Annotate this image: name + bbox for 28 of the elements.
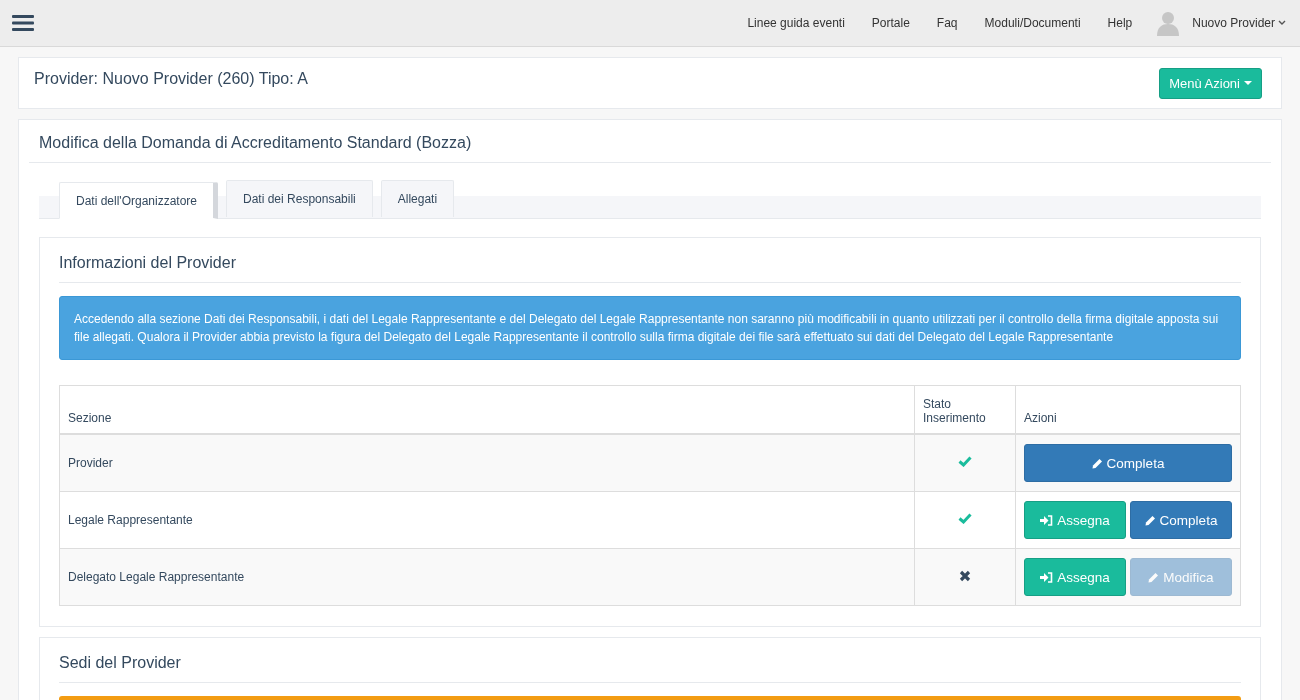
tab[interactable]: Allegati <box>380 180 455 217</box>
nav-link[interactable]: Help <box>1107 16 1133 30</box>
sign-in-icon <box>1040 571 1054 583</box>
nav-link[interactable]: Linee guida eventi <box>747 16 845 30</box>
sign-in-icon <box>1040 514 1054 526</box>
section-title: Informazioni del Provider <box>59 238 1241 283</box>
table-cell: Legale Rappresentante <box>59 491 915 549</box>
tab[interactable]: Dati dell'Organizzatore <box>59 182 218 219</box>
form-title: Modifica della Domanda di Accreditamento Standard (Bozza) <box>29 120 1271 163</box>
provider-title: Provider: Nuovo Provider (260) Tipo: A <box>34 70 308 88</box>
section-title: Sedi del Provider <box>59 638 1241 683</box>
edit-button[interactable]: Completa <box>1130 501 1232 539</box>
menu-icon[interactable] <box>12 14 34 32</box>
nav-link[interactable]: Portale <box>871 16 910 30</box>
pencil-icon <box>1091 457 1103 469</box>
info-alert: Accedendo alla sezione Dati dei Responsabili, i dati del Legale Rappresentante e del Delegato del Legale Rappresentante non saranno più modificabili in quanto utilizzati per il controllo della firma digitale apposta sui file allegati. Qualora il Provider abbia previsto la figura del Delegato del Legale Rappresentante il controllo sulla firma digitale dei file sarà effettuato sui dati del Delegato del Legale Rappresentante <box>59 296 1241 360</box>
edit-button[interactable]: Completa <box>1024 444 1232 482</box>
pencil-icon <box>1148 571 1160 583</box>
nav-link[interactable]: Moduli/Documenti <box>984 16 1081 30</box>
table-cell: Provider <box>59 434 915 492</box>
tab[interactable]: Dati dei Responsabili <box>226 180 373 217</box>
user-menu[interactable]: Nuovo Provider <box>1192 16 1286 30</box>
pencil-icon <box>1144 514 1156 526</box>
caret-icon <box>1244 81 1252 85</box>
chevron-down-icon <box>1278 20 1286 26</box>
nav-link[interactable]: Faq <box>936 16 958 30</box>
table-cell: Delegato Legale Rappresentante <box>59 548 915 606</box>
user-avatar-icon <box>1156 10 1181 36</box>
